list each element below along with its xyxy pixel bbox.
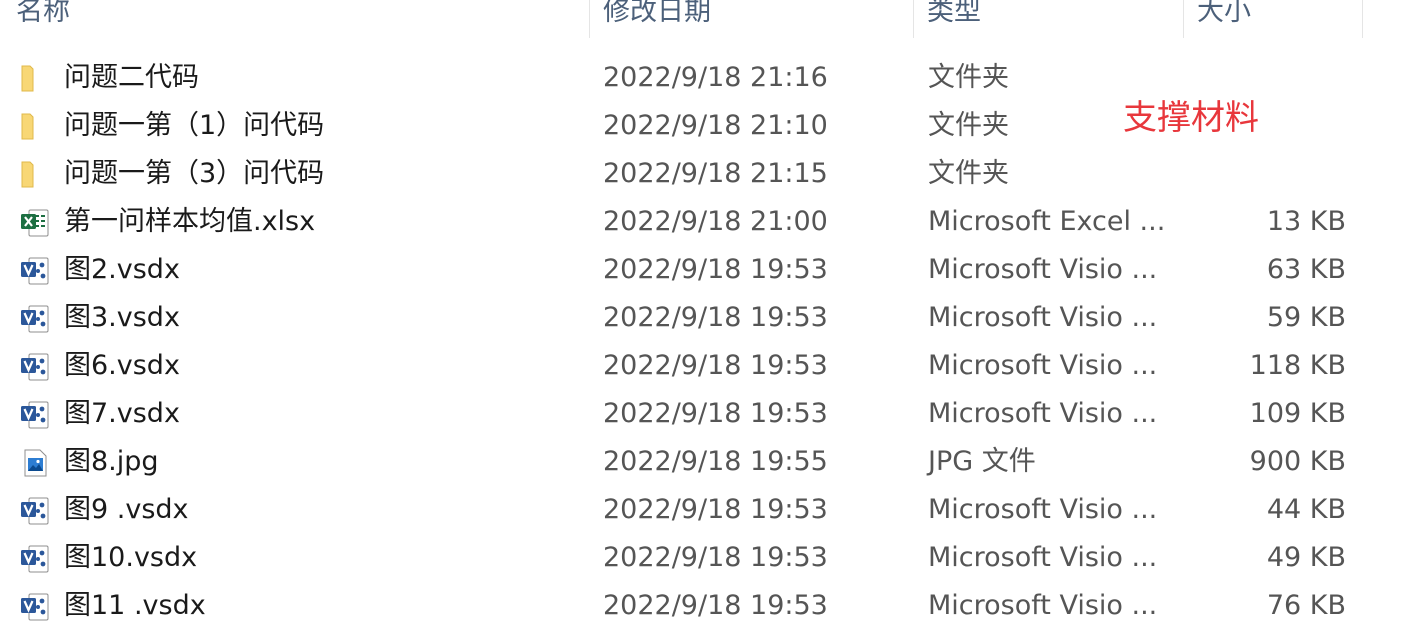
folder-icon [18, 63, 52, 97]
file-type: Microsoft Visio ... [928, 254, 1158, 285]
file-size: 44 KB [1266, 494, 1346, 525]
file-name: 图2.vsdx [64, 254, 180, 285]
file-type: 文件夹 [928, 158, 1009, 189]
column-header-bar: 名称 修改日期 类型 大小 [0, 0, 1415, 38]
file-modified-date: 2022/9/18 19:53 [603, 590, 828, 621]
file-modified-date: 2022/9/18 21:10 [603, 110, 828, 141]
file-row[interactable]: 图11 .vsdx 2022/9/18 19:53 Microsoft Visio … [0, 582, 1415, 630]
file-row[interactable]: 图7.vsdx 2022/9/18 19:53 Microsoft Visio ..… [0, 390, 1415, 438]
file-name: 图8.jpg [64, 446, 159, 477]
file-modified-date: 2022/9/18 21:15 [603, 158, 828, 189]
file-name: 图3.vsdx [64, 302, 180, 333]
file-size: 109 KB [1249, 398, 1346, 429]
file-modified-date: 2022/9/18 19:53 [603, 254, 828, 285]
visio-file-icon [18, 543, 52, 577]
visio-file-icon [18, 495, 52, 529]
visio-file-icon [18, 591, 52, 625]
file-type: Microsoft Visio ... [928, 494, 1158, 525]
column-header-modified[interactable]: 修改日期 [603, 0, 711, 32]
file-type: Microsoft Visio ... [928, 302, 1158, 333]
file-modified-date: 2022/9/18 21:16 [603, 62, 828, 93]
column-divider[interactable] [1362, 0, 1363, 38]
folder-icon [18, 111, 52, 145]
annotation-label: 支撑材料 [1123, 98, 1259, 138]
file-name: 图10.vsdx [64, 542, 198, 573]
file-type: 文件夹 [928, 110, 1009, 141]
file-row[interactable]: 图2.vsdx 2022/9/18 19:53 Microsoft Visio ..… [0, 246, 1415, 294]
file-size: 118 KB [1249, 350, 1346, 381]
file-size: 59 KB [1266, 302, 1346, 333]
visio-file-icon [18, 399, 52, 433]
file-modified-date: 2022/9/18 19:53 [603, 302, 828, 333]
file-modified-date: 2022/9/18 19:53 [603, 542, 828, 573]
file-size: 49 KB [1266, 542, 1346, 573]
file-type: Microsoft Excel ... [928, 206, 1166, 237]
file-name: 图6.vsdx [64, 350, 180, 381]
file-name: 问题一第（3）问代码 [64, 158, 325, 189]
file-row[interactable]: 问题一第（3）问代码 2022/9/18 21:15 文件夹 [0, 150, 1415, 198]
file-name: 问题一第（1）问代码 [64, 110, 325, 141]
file-type: Microsoft Visio ... [928, 542, 1158, 573]
file-modified-date: 2022/9/18 19:53 [603, 494, 828, 525]
column-header-type[interactable]: 类型 [927, 0, 981, 32]
column-divider[interactable] [1183, 0, 1184, 38]
file-modified-date: 2022/9/18 19:53 [603, 398, 828, 429]
file-name: 问题二代码 [64, 62, 199, 93]
column-divider[interactable] [589, 0, 590, 38]
file-type: Microsoft Visio ... [928, 398, 1158, 429]
file-row[interactable]: 第一问样本均值.xlsx 2022/9/18 21:00 Microsoft Exc… [0, 198, 1415, 246]
visio-file-icon [18, 255, 52, 289]
file-name: 图7.vsdx [64, 398, 180, 429]
file-name: 图9 .vsdx [64, 494, 189, 525]
file-name: 图11 .vsdx [64, 590, 206, 621]
file-type: Microsoft Visio ... [928, 590, 1158, 621]
excel-file-icon [18, 207, 52, 241]
column-header-name[interactable]: 名称 [16, 0, 70, 32]
file-size: 900 KB [1249, 446, 1346, 477]
column-divider[interactable] [913, 0, 914, 38]
file-size: 63 KB [1266, 254, 1346, 285]
file-row[interactable]: 图3.vsdx 2022/9/18 19:53 Microsoft Visio ..… [0, 294, 1415, 342]
file-row[interactable]: 图10.vsdx 2022/9/18 19:53 Microsoft Visio .… [0, 534, 1415, 582]
file-row[interactable]: 图8.jpg 2022/9/18 19:55 JPG 文件 900 KB [0, 438, 1415, 486]
visio-file-icon [18, 303, 52, 337]
file-row[interactable]: 图6.vsdx 2022/9/18 19:53 Microsoft Visio ..… [0, 342, 1415, 390]
folder-icon [18, 159, 52, 193]
file-modified-date: 2022/9/18 19:55 [603, 446, 828, 477]
file-modified-date: 2022/9/18 19:53 [603, 350, 828, 381]
file-type: Microsoft Visio ... [928, 350, 1158, 381]
file-row[interactable]: 图9 .vsdx 2022/9/18 19:53 Microsoft Visio .… [0, 486, 1415, 534]
file-type: 文件夹 [928, 62, 1009, 93]
file-modified-date: 2022/9/18 21:00 [603, 206, 828, 237]
column-header-size[interactable]: 大小 [1197, 0, 1251, 32]
file-size: 13 KB [1266, 206, 1346, 237]
file-size: 76 KB [1266, 590, 1346, 621]
visio-file-icon [18, 351, 52, 385]
file-name: 第一问样本均值.xlsx [64, 206, 316, 237]
file-type: JPG 文件 [928, 446, 1036, 477]
image-file-icon [18, 447, 52, 481]
